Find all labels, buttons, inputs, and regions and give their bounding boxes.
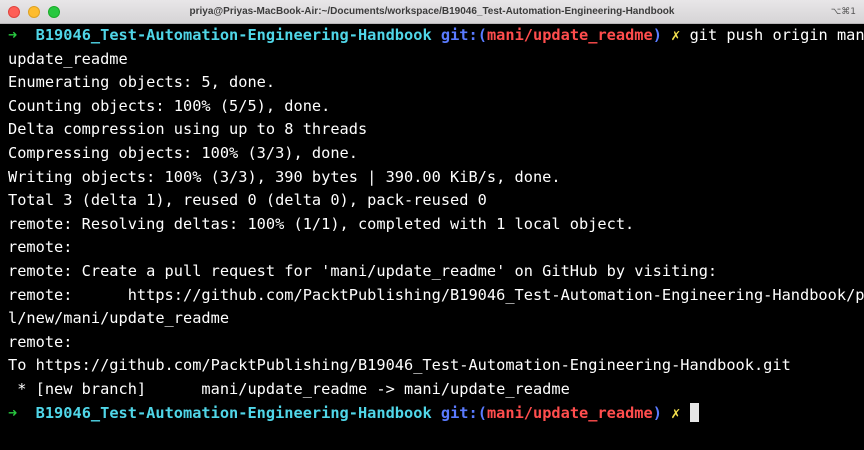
prompt-branch: mani/update_readme (486, 403, 653, 422)
terminal-window: priya@Priyas-MacBook-Air:~/Documents/wor… (0, 0, 864, 450)
output-line: Total 3 (delta 1), reused 0 (delta 0), p… (8, 191, 487, 210)
dirty-state-icon: ✗ (671, 403, 681, 422)
terminal-output[interactable]: ➜ B19046_Test-Automation-Engineering-Han… (0, 24, 864, 450)
command-prompt-line: ➜ B19046_Test-Automation-Engineering-Han… (8, 24, 864, 48)
output-line: remote: (8, 238, 73, 257)
prompt-directory: B19046_Test-Automation-Engineering-Handb… (35, 403, 432, 422)
text-cursor[interactable] (689, 402, 699, 422)
command-text: git push origin mani/ (689, 26, 864, 44)
dirty-state-icon: ✗ (671, 26, 681, 44)
title-bar[interactable]: priya@Priyas-MacBook-Air:~/Documents/wor… (0, 0, 864, 24)
prompt-git-label: git:( (440, 403, 487, 422)
prompt-directory: B19046_Test-Automation-Engineering-Handb… (35, 26, 432, 44)
output-line: Writing objects: 100% (3/3), 390 bytes |… (8, 167, 561, 186)
output-line: Counting objects: 100% (5/5), done. (8, 96, 331, 115)
prompt-git-close: ) (652, 26, 662, 44)
command-wrap-line: update_readme (8, 49, 128, 68)
output-line: remote: Resolving deltas: 100% (1/1), co… (8, 214, 635, 233)
prompt-arrow-icon: ➜ (8, 26, 18, 44)
output-line: Enumerating objects: 5, done. (8, 73, 276, 92)
prompt-branch: mani/update_readme (486, 26, 653, 44)
output-line: remote: https://github.com/PacktPublishi… (8, 285, 864, 304)
window-title: priya@Priyas-MacBook-Air:~/Documents/wor… (189, 6, 675, 17)
prompt-git-close: ) (652, 403, 662, 422)
output-line: remote: (8, 332, 73, 351)
tab-shortcut-label: ⌥⌘1 (830, 7, 856, 17)
output-line: l/new/mani/update_readme (8, 309, 230, 328)
prompt-arrow-icon: ➜ (8, 403, 18, 422)
output-line: remote: Create a pull request for 'mani/… (8, 261, 718, 280)
current-prompt-line[interactable]: ➜ B19046_Test-Automation-Engineering-Han… (8, 402, 860, 426)
output-line: * [new branch] mani/update_readme -> man… (8, 379, 570, 398)
prompt-git-label: git:( (440, 26, 487, 44)
output-line: To https://github.com/PacktPublishing/B1… (8, 356, 791, 375)
output-line: Compressing objects: 100% (3/3), done. (8, 143, 358, 162)
output-line: Delta compression using up to 8 threads (8, 120, 368, 139)
